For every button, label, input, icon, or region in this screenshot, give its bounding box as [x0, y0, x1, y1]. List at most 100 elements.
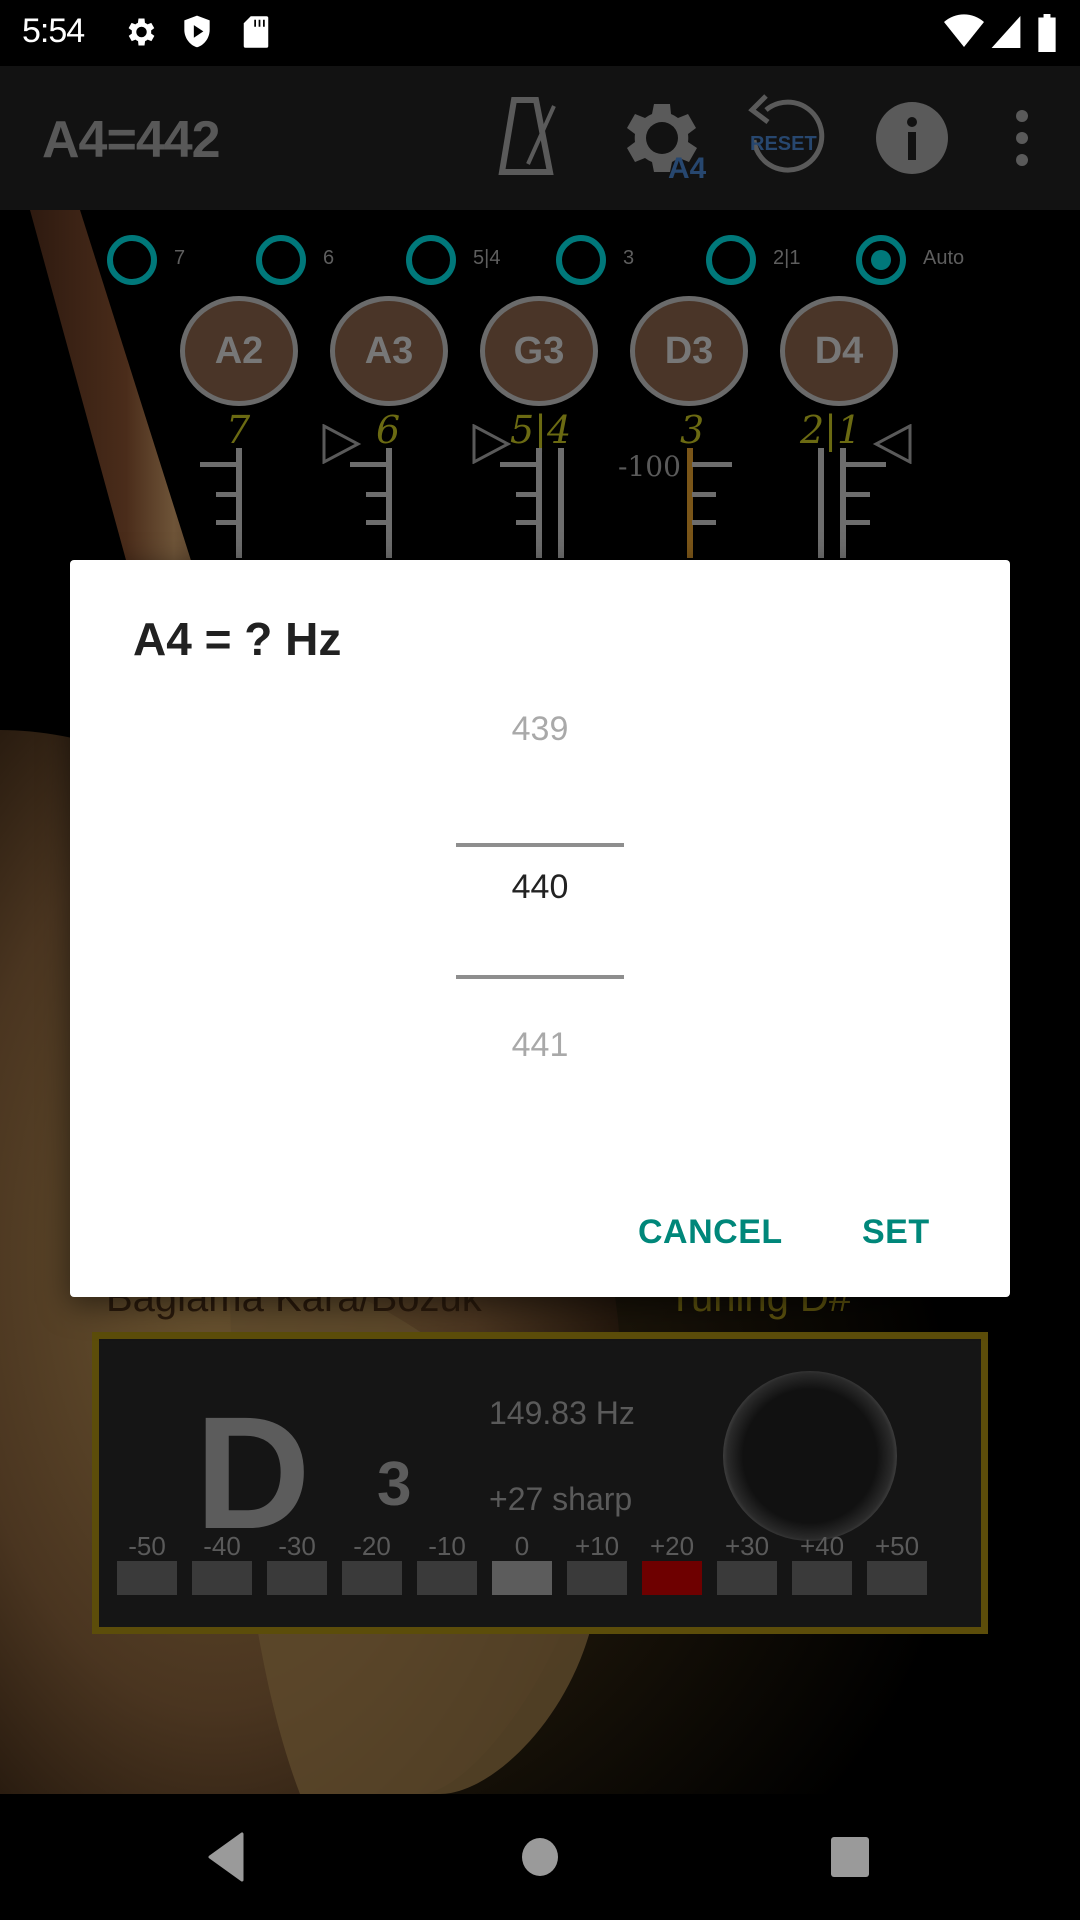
radio-string-6[interactable] — [256, 235, 306, 285]
peg-tick — [692, 462, 732, 467]
radio-string-2-1[interactable] — [706, 235, 756, 285]
cents-scale-label: +10 — [574, 1531, 620, 1561]
radio-string-5-4[interactable] — [406, 235, 456, 285]
note-button-g3[interactable]: G3 — [480, 296, 598, 406]
home-button[interactable] — [465, 1794, 615, 1920]
a4-settings-button[interactable]: A4 — [610, 90, 707, 186]
radio-label: 3 — [623, 247, 635, 269]
radio-label: 7 — [174, 247, 186, 269]
picker-divider-bottom — [456, 975, 624, 979]
toolbar-title: A4=442 — [42, 111, 221, 169]
cents-scale-label: -20 — [353, 1531, 391, 1561]
cents-segment — [717, 1561, 777, 1595]
radio-auto[interactable] — [856, 235, 906, 285]
peg-tick — [200, 462, 240, 467]
signal-icon — [991, 16, 1021, 48]
radio-string-7[interactable] — [107, 235, 157, 285]
app-toolbar: A4=442 A4 RESET — [0, 66, 1080, 210]
wifi-icon — [944, 14, 984, 47]
note-button-a3[interactable]: A3 — [330, 296, 448, 406]
cents-segment — [342, 1561, 402, 1595]
peg-label: 6 — [376, 408, 401, 452]
note-button-d3[interactable]: D3 — [630, 296, 748, 406]
radio-string-3[interactable] — [556, 235, 606, 285]
navigation-bar — [0, 1794, 1080, 1920]
cents-deviation: +27 sharp — [489, 1481, 633, 1517]
peg-tick — [516, 520, 540, 525]
settings-icon — [128, 18, 155, 46]
detected-frequency: 149.83 Hz — [489, 1395, 635, 1431]
cents-segment — [492, 1561, 552, 1595]
reset-badge: RESET — [750, 133, 817, 155]
recents-button[interactable] — [775, 1794, 925, 1920]
status-bar: 5:54 — [0, 0, 1080, 66]
peg-line — [558, 448, 564, 558]
battery-icon — [1038, 14, 1056, 52]
peg-label: 2|1 — [800, 408, 862, 452]
set-button[interactable]: SET — [850, 1200, 942, 1264]
cents-segment — [192, 1561, 252, 1595]
more-options-icon — [1016, 110, 1028, 166]
peg-scale-label: -100 — [618, 450, 681, 483]
radio-label: 5|4 — [473, 247, 501, 269]
peg-tick — [846, 520, 870, 525]
peg-tick — [366, 520, 390, 525]
picker-divider-top — [456, 843, 624, 847]
peg-tick — [366, 492, 390, 497]
arrow-left-icon — [872, 424, 912, 464]
picker-selected-value[interactable]: 440 — [456, 868, 624, 907]
cancel-button[interactable]: CANCEL — [626, 1200, 795, 1264]
a4-settings-icon: A4 — [627, 104, 707, 185]
cents-scale-label: -10 — [428, 1531, 466, 1561]
cents-segment — [267, 1561, 327, 1595]
metronome-button[interactable] — [484, 90, 580, 186]
status-time: 5:54 — [22, 12, 85, 50]
peg-tick — [216, 492, 240, 497]
sd-card-icon — [243, 16, 269, 48]
a4-frequency-dialog: A4 = ? Hz 439 440 441 CANCEL SET — [70, 560, 1010, 1297]
cents-scale-label: +30 — [724, 1531, 770, 1561]
peg-tick — [216, 520, 240, 525]
peg-label: 7 — [226, 408, 251, 452]
radio-label: 6 — [323, 247, 335, 269]
cents-scale-label: -40 — [203, 1531, 241, 1561]
reset-button[interactable]: RESET — [736, 90, 832, 186]
peg-label: 3 — [680, 408, 705, 452]
picker-next-value[interactable]: 441 — [456, 1026, 624, 1065]
peg-tick — [692, 492, 716, 497]
cents-segment — [867, 1561, 927, 1595]
arrow-right-icon — [322, 424, 362, 464]
back-button[interactable] — [150, 1794, 300, 1920]
peg-tick — [692, 520, 716, 525]
picker-previous-value[interactable]: 439 — [456, 710, 624, 749]
cents-scale-label: 0 — [514, 1531, 530, 1561]
cents-scale-label: +50 — [874, 1531, 920, 1561]
info-icon — [876, 102, 948, 174]
radio-label: Auto — [923, 247, 965, 269]
note-button-a2[interactable]: A2 — [180, 296, 298, 406]
note-button-d4[interactable]: D4 — [780, 296, 898, 406]
cents-scale-label: -50 — [128, 1531, 166, 1561]
frequency-number-picker[interactable]: 439 440 441 — [456, 710, 624, 1150]
cents-segment-active — [642, 1561, 702, 1595]
radio-label: 2|1 — [773, 247, 801, 269]
dialog-title: A4 = ? Hz — [133, 613, 342, 665]
peg-tick — [516, 492, 540, 497]
string-selector: 7 6 5|4 3 2|1 Auto — [0, 230, 1080, 290]
cents-segment — [567, 1561, 627, 1595]
cents-segment — [417, 1561, 477, 1595]
detected-octave: 3 — [377, 1450, 412, 1519]
cents-segment — [117, 1561, 177, 1595]
reset-icon: RESET — [748, 94, 825, 173]
a4-badge: A4 — [668, 152, 706, 185]
info-button[interactable] — [864, 90, 960, 186]
tuner-meter: D 3 149.83 Hz +27 sharp -50 -40 -30 -20 -10 0… — [92, 1332, 988, 1634]
cents-scale-label: -30 — [278, 1531, 316, 1561]
peg-label: 5|4 — [510, 408, 572, 452]
cents-scale-label: +40 — [799, 1531, 845, 1561]
arrow-right-icon — [472, 424, 512, 464]
peg-line — [818, 448, 824, 558]
cents-scale-label: +20 — [649, 1531, 695, 1561]
tuning-indicator-led — [723, 1371, 897, 1541]
more-options-button[interactable] — [990, 90, 1050, 186]
